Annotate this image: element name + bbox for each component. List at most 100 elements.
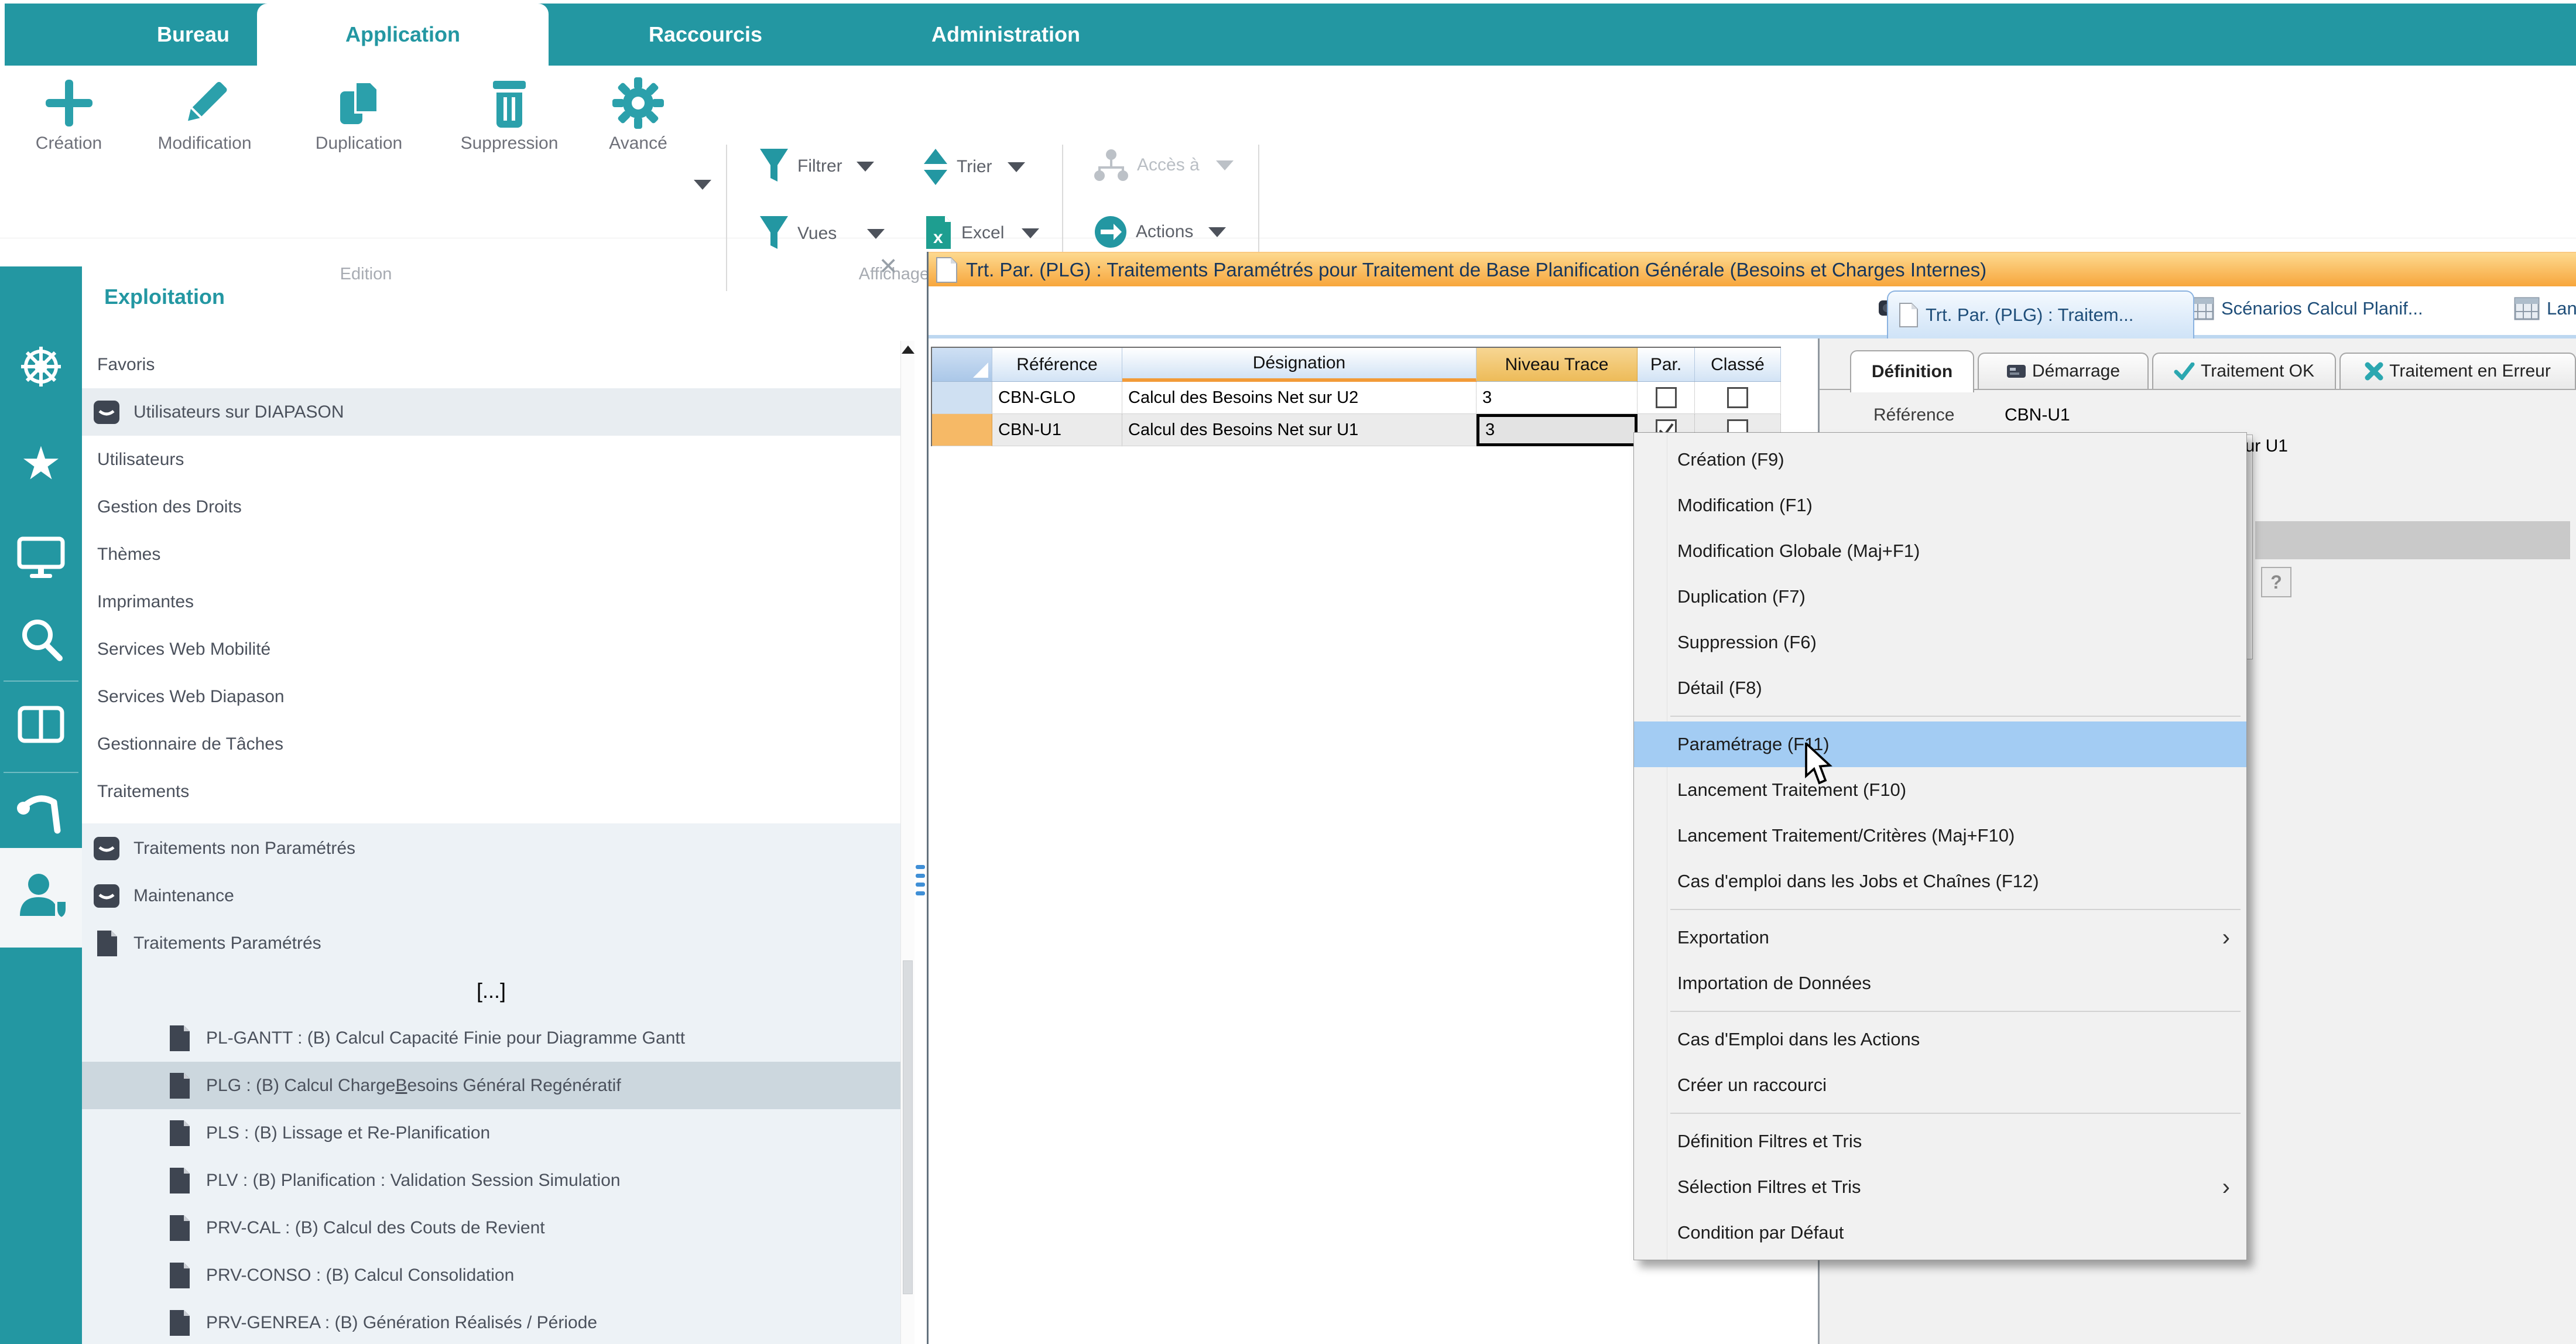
- sidebar-item-traitements-parametres[interactable]: Traitements Paramétrés: [82, 919, 900, 967]
- menu-item-detail[interactable]: Détail (F8): [1634, 665, 2246, 711]
- sidebar-item-services-web-mobilite[interactable]: Services Web Mobilité: [82, 625, 900, 673]
- rail-item-monitor[interactable]: [0, 536, 82, 580]
- scroll-up-icon[interactable]: [902, 346, 914, 354]
- vues-button[interactable]: Vues: [759, 215, 885, 252]
- rail-item-columns[interactable]: [0, 706, 82, 743]
- table-row[interactable]: CBN-GLO Calcul des Besoins Net sur U2 3: [932, 382, 1781, 414]
- sidebar-item-maintenance[interactable]: Maintenance: [82, 872, 900, 919]
- sidebar-item-gestion-droits[interactable]: Gestion des Droits: [82, 483, 900, 531]
- cell-niveau-trace[interactable]: 3: [1477, 382, 1638, 414]
- doc-tab-scenarios-calcul[interactable]: Scénarios Calcul Planif...: [2188, 297, 2423, 320]
- ribbon-tab-administration[interactable]: Administration: [900, 4, 1111, 66]
- cell-designation[interactable]: Calcul des Besoins Net sur U1: [1122, 414, 1477, 446]
- sidebar-item-gestionnaire-taches[interactable]: Gestionnaire de Tâches: [82, 720, 900, 768]
- menu-item-suppression[interactable]: Suppression (F6): [1634, 620, 2246, 665]
- creation-button[interactable]: Création: [18, 76, 120, 153]
- sidebar-scrollbar[interactable]: [900, 341, 914, 1344]
- rail-item-robot[interactable]: [0, 792, 82, 839]
- sidebar-item-prv-conso[interactable]: PRV-CONSO : (B) Calcul Consolidation: [82, 1251, 900, 1299]
- cell-designation[interactable]: Calcul des Besoins Net sur U2: [1122, 382, 1477, 414]
- col-header-designation[interactable]: Désignation: [1122, 348, 1477, 382]
- cell-niveau-trace-focused[interactable]: 3: [1477, 414, 1638, 446]
- cell-par[interactable]: [1638, 382, 1695, 414]
- row-selector[interactable]: [932, 382, 992, 414]
- sidebar-item-pl-gantt[interactable]: PL-GANTT : (B) Calcul Capacité Finie pou…: [82, 1014, 900, 1062]
- splitter-handle[interactable]: [916, 891, 925, 895]
- duplication-button[interactable]: Duplication: [303, 76, 415, 153]
- sidebar-item-imprimantes[interactable]: Imprimantes: [82, 578, 900, 625]
- detail-tab-definition[interactable]: Définition: [1850, 350, 1974, 392]
- splitter-handle[interactable]: [916, 874, 925, 878]
- cell-reference[interactable]: CBN-U1: [992, 414, 1122, 446]
- page-icon: [165, 1309, 193, 1337]
- splitter-handle[interactable]: [916, 865, 925, 869]
- menu-item-parametrage-highlighted[interactable]: Paramétrage (F11): [1634, 721, 2246, 767]
- sidebar-item-prv-cal[interactable]: PRV-CAL : (B) Calcul des Couts de Revien…: [82, 1204, 900, 1251]
- rail-item-helm[interactable]: [0, 343, 82, 390]
- cell-classe[interactable]: [1695, 382, 1781, 414]
- sidebar-item-prv-genrea[interactable]: PRV-GENREA : (B) Génération Réalisés / P…: [82, 1299, 900, 1344]
- close-panel-icon[interactable]: ×: [879, 248, 897, 283]
- menu-item-exportation[interactable]: Exportation›: [1634, 915, 2246, 960]
- menu-item-cas-emploi-actions[interactable]: Cas d'Emploi dans les Actions: [1634, 1017, 2246, 1062]
- sidebar-item-pls[interactable]: PLS : (B) Lissage et Re-Planification: [82, 1109, 900, 1157]
- vues-dropdown-icon[interactable]: [867, 229, 885, 239]
- filtrer-dropdown-icon[interactable]: [857, 162, 874, 172]
- sidebar-item-favoris[interactable]: Favoris: [82, 341, 900, 388]
- checkbox-unchecked[interactable]: [1656, 387, 1677, 408]
- trier-button[interactable]: Trier: [923, 148, 1025, 186]
- menu-item-condition-defaut[interactable]: Condition par Défaut: [1634, 1210, 2246, 1256]
- modification-button[interactable]: Modification: [148, 76, 262, 153]
- menu-item-lancement-criteres[interactable]: Lancement Traitement/Critères (Maj+F10): [1634, 813, 2246, 859]
- col-header-classe[interactable]: Classé: [1695, 348, 1781, 382]
- scrollbar-thumb[interactable]: [903, 960, 913, 1294]
- help-button[interactable]: ?: [2261, 567, 2291, 597]
- filtrer-button[interactable]: Filtrer: [759, 148, 874, 185]
- actions-button[interactable]: Actions: [1094, 215, 1226, 249]
- sidebar-item-traitements[interactable]: Traitements: [82, 768, 900, 815]
- excel-dropdown-icon[interactable]: [1022, 228, 1039, 238]
- sidebar-item-plv[interactable]: PLV : (B) Planification : Validation Ses…: [82, 1157, 900, 1204]
- menu-item-duplication[interactable]: Duplication (F7): [1634, 574, 2246, 620]
- col-header-reference[interactable]: Référence: [992, 348, 1122, 382]
- sidebar-item-services-web-diapason[interactable]: Services Web Diapason: [82, 673, 900, 720]
- detail-tab-traitement-erreur[interactable]: Traitement en Erreur: [2339, 353, 2576, 389]
- ribbon-tab-raccourcis[interactable]: Raccourcis: [621, 4, 790, 66]
- rail-item-favorites[interactable]: ★: [0, 440, 82, 486]
- actions-dropdown-icon[interactable]: [1208, 227, 1226, 237]
- sidebar-item-plg-selected[interactable]: PLG : (B) Calcul ChargeBesoins Général R…: [82, 1062, 900, 1109]
- menu-item-cas-emploi-jobs[interactable]: Cas d'emploi dans les Jobs et Chaînes (F…: [1634, 859, 2246, 904]
- row-selector-active[interactable]: [932, 414, 992, 446]
- sidebar-item-traitements-non-parametres[interactable]: Traitements non Paramétrés: [82, 825, 900, 872]
- checkbox-unchecked[interactable]: [1727, 387, 1748, 408]
- excel-button[interactable]: x Excel: [924, 215, 1039, 251]
- doc-tab-trt-par-active[interactable]: Trt. Par. (PLG) : Traitem...: [1887, 290, 2194, 338]
- grid-select-all-cell[interactable]: [932, 348, 992, 382]
- menu-item-modification[interactable]: Modification (F1): [1634, 483, 2246, 528]
- col-header-par[interactable]: Par.: [1638, 348, 1695, 382]
- menu-item-importation[interactable]: Importation de Données: [1634, 960, 2246, 1006]
- ribbon-tab-bureau[interactable]: Bureau: [117, 4, 269, 66]
- cell-reference[interactable]: CBN-GLO: [992, 382, 1122, 414]
- ribbon-tab-application[interactable]: Application: [257, 4, 549, 66]
- splitter-handle[interactable]: [916, 883, 925, 887]
- sidebar-item-themes[interactable]: Thèmes: [82, 531, 900, 578]
- sidebar-item-utilisateurs-diapason[interactable]: Utilisateurs sur DIAPASON: [82, 388, 900, 436]
- suppression-button[interactable]: Suppression: [454, 76, 565, 153]
- col-header-niveau-trace[interactable]: Niveau Trace: [1477, 348, 1638, 382]
- rail-item-users-active[interactable]: [0, 848, 82, 948]
- doc-tab-lancement-scenarios[interactable]: Lancement Scénarios ...: [2514, 297, 2576, 320]
- menu-item-creation[interactable]: Création (F9): [1634, 437, 2246, 483]
- menu-item-creer-raccourci[interactable]: Créer un raccourci: [1634, 1062, 2246, 1108]
- trier-dropdown-icon[interactable]: [1008, 162, 1025, 172]
- detail-tab-demarrage[interactable]: Démarrage: [1978, 353, 2149, 389]
- avance-button[interactable]: Avancé: [588, 76, 688, 153]
- rail-item-search[interactable]: [0, 616, 82, 663]
- menu-item-definition-filtres[interactable]: Définition Filtres et Tris: [1634, 1119, 2246, 1164]
- menu-item-lancement-traitement[interactable]: Lancement Traitement (F10): [1634, 767, 2246, 813]
- menu-item-selection-filtres[interactable]: Sélection Filtres et Tris›: [1634, 1164, 2246, 1210]
- sidebar-item-utilisateurs[interactable]: Utilisateurs: [82, 436, 900, 483]
- avance-dropdown-icon[interactable]: [694, 180, 711, 190]
- detail-tab-traitement-ok[interactable]: Traitement OK: [2152, 353, 2336, 389]
- menu-item-modification-globale[interactable]: Modification Globale (Maj+F1): [1634, 528, 2246, 574]
